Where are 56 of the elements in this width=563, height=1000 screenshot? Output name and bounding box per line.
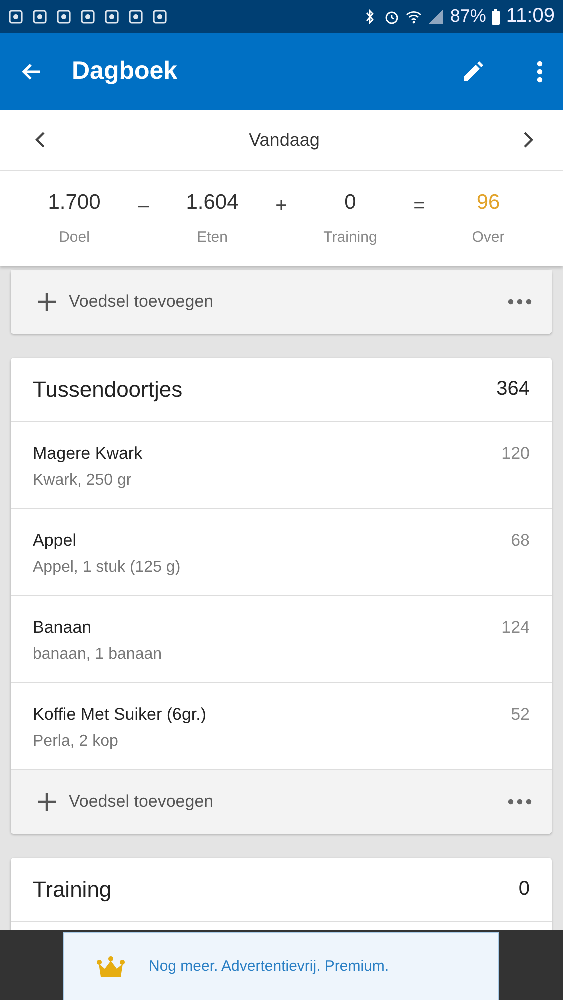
food-detail: Kwark, 250 gr: [33, 472, 133, 490]
food-calories: 52: [511, 704, 530, 725]
food-detail: Appel, 1 stuk (125 g): [33, 559, 181, 577]
food-detail: banaan, 1 banaan: [33, 646, 162, 664]
food-detail: Perla, 2 kop: [33, 733, 120, 751]
clock: 11:09: [506, 5, 555, 28]
calorie-label: Doel: [59, 229, 90, 246]
more-vertical-icon: [537, 60, 543, 82]
meal-total: 0: [518, 878, 530, 901]
calorie-value: 96: [476, 191, 500, 215]
calorie-value: 0: [344, 191, 356, 215]
calorie-value: 1.700: [48, 191, 101, 215]
add-food-button[interactable]: Voedsel toevoegen: [37, 292, 214, 312]
notification-icon: [152, 8, 168, 24]
food-entry[interactable]: Magere Kwark Kwark, 250 gr 120: [11, 422, 552, 509]
ad-text: Nog meer. Advertentievrij. Premium.: [149, 958, 390, 975]
notification-icon: [56, 8, 72, 24]
notification-icon: [104, 8, 120, 24]
food-name: Appel: [33, 531, 78, 551]
calorie-label: Eten: [197, 229, 228, 246]
food-calories: 124: [502, 617, 530, 638]
meal-title: Training: [33, 876, 112, 902]
food-entry[interactable]: Appel Appel, 1 stuk (125 g) 68: [11, 509, 552, 596]
notification-icon: [8, 8, 24, 24]
ad-banner[interactable]: Nog meer. Advertentievrij. Premium.: [63, 932, 499, 1000]
operator-sign: =: [414, 195, 426, 218]
calorie-value: 1.604: [186, 191, 239, 215]
food-calories: 120: [502, 443, 530, 464]
food-name: Koffie Met Suiker (6gr.): [33, 705, 207, 725]
calorie-label: Over: [472, 229, 505, 246]
date-label: Vandaag: [249, 130, 320, 150]
plus-icon: [37, 292, 57, 312]
meal-total: 364: [496, 378, 530, 401]
crown-icon: [97, 956, 125, 978]
wifi-icon: [406, 8, 422, 24]
food-calories: 68: [511, 530, 530, 551]
calorie-label: Training: [324, 229, 378, 246]
battery-icon: [492, 8, 500, 24]
battery-percentage: 87%: [450, 6, 486, 27]
screen-title: Dagboek: [72, 57, 179, 86]
signal-icon: [428, 8, 444, 24]
plus-icon: [37, 792, 57, 812]
food-name: Banaan: [33, 618, 93, 638]
notification-icon: [128, 8, 144, 24]
chevron-left-icon: [34, 131, 48, 149]
food-name: Magere Kwark: [33, 444, 143, 464]
operator-sign: +: [276, 195, 288, 218]
operator-sign: –: [138, 195, 150, 218]
add-food-button[interactable]: Voedsel toevoegen: [37, 792, 214, 812]
notification-icon: [32, 8, 48, 24]
more-horizontal-icon: [508, 799, 532, 805]
pencil-icon: [461, 60, 485, 84]
meal-title: Tussendoortjes: [33, 376, 183, 402]
notification-icon: [80, 8, 96, 24]
more-horizontal-icon: [508, 299, 532, 305]
food-entry[interactable]: Banaan banaan, 1 banaan 124: [11, 596, 552, 683]
